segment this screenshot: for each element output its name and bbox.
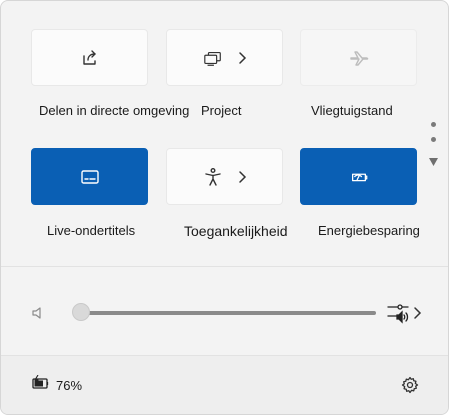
page-indicator-dot[interactable] <box>431 137 436 142</box>
tile-label-airplane-mode: Vliegtuigstand <box>311 103 393 118</box>
captions-icon <box>80 167 100 187</box>
tile-label-live-captions: Live-ondertitels <box>47 223 136 238</box>
volume-slider-track[interactable] <box>81 311 376 315</box>
energy-saver-icon <box>349 167 369 187</box>
page-down-arrow-icon[interactable] <box>428 154 439 166</box>
tile-label-project: Project <box>201 103 242 118</box>
tile-energy-saver[interactable] <box>300 148 417 205</box>
tile-airplane-mode[interactable] <box>300 29 417 86</box>
quick-settings-panel: Delen in directe omgeving Project Vliegt… <box>0 0 449 415</box>
accessibility-icon <box>203 167 223 187</box>
battery-percent[interactable]: 76% <box>56 378 82 393</box>
tile-nearby-sharing[interactable] <box>31 29 148 86</box>
chevron-right-icon[interactable] <box>237 170 247 184</box>
airplane-icon <box>349 48 369 68</box>
gear-icon[interactable] <box>401 376 419 394</box>
project-display-icon <box>203 48 223 68</box>
tile-label-nearby-sharing: Delen in directe omgeving <box>39 103 190 118</box>
battery-charging-icon[interactable] <box>31 374 51 391</box>
page-indicator-dot[interactable] <box>431 122 436 127</box>
tile-label-energy-saver: Energiebesparing <box>318 223 420 238</box>
tile-live-captions[interactable] <box>31 148 148 205</box>
speaker-muted-icon[interactable] <box>30 305 46 321</box>
tile-project[interactable] <box>166 29 283 86</box>
tile-label-accessibility: Toegankelijkheid <box>184 223 288 239</box>
chevron-right-icon[interactable] <box>237 51 247 65</box>
tile-accessibility[interactable] <box>166 148 283 205</box>
audio-output-icon[interactable] <box>386 301 410 325</box>
share-icon <box>80 48 100 68</box>
chevron-right-icon[interactable] <box>412 306 422 320</box>
volume-slider-thumb[interactable] <box>72 303 90 321</box>
